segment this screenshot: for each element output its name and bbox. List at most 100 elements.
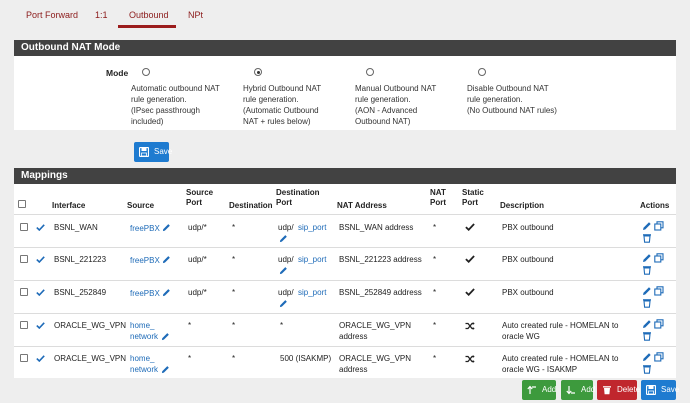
mappings-table: Interface Source Source Port Destination… <box>14 184 676 378</box>
copy-icon[interactable] <box>654 286 664 296</box>
add-top-button[interactable]: Add <box>522 380 556 400</box>
trash-icon[interactable] <box>642 331 652 341</box>
row-checkbox[interactable] <box>20 354 28 362</box>
option-text-line: Manual Outbound NAT <box>355 84 437 93</box>
tab-port-forward[interactable]: Port Forward <box>26 10 78 20</box>
cell-dest-proto: udp/ <box>278 288 294 297</box>
row-checkbox[interactable] <box>20 223 28 231</box>
pencil-icon[interactable] <box>279 299 288 308</box>
cell-nat-address-line: ORACLE_WG_VPN <box>339 321 412 330</box>
row-checkbox[interactable] <box>20 288 28 296</box>
add-bottom-button[interactable]: Add <box>561 380 595 400</box>
edit-icon[interactable] <box>642 253 652 263</box>
delete-label: Delete <box>617 385 641 394</box>
pencil-icon[interactable] <box>279 266 288 275</box>
trash-icon[interactable] <box>642 364 652 374</box>
arrow-up-icon <box>527 385 536 394</box>
option-text-line: Outbound NAT) <box>355 117 411 126</box>
cell-dest-proto: udp/ <box>278 223 294 232</box>
option-disabled-text: Disable Outbound NAT rule generation. (N… <box>467 83 587 116</box>
cell-description-line: Auto created rule - HOMELAN to <box>502 354 619 363</box>
col-static-port-line: Port <box>462 198 478 207</box>
cell-nat-address-line: ORACLE_WG_VPN <box>339 354 412 363</box>
trash-icon[interactable] <box>642 298 652 308</box>
radio-manual[interactable] <box>366 68 374 76</box>
edit-icon[interactable] <box>642 221 652 231</box>
static-port-check-icon <box>465 223 475 231</box>
trash-icon[interactable] <box>642 233 652 243</box>
nat-mode-panel-body: Mode Automatic outbound NAT rule generat… <box>14 56 676 130</box>
cell-source-line: home_ <box>130 321 155 330</box>
mappings-panel: Mappings Interface Source Source Port De… <box>14 168 676 378</box>
copy-icon[interactable] <box>654 221 664 231</box>
col-source-port-line: Port <box>186 198 202 207</box>
cell-source-port: udp/* <box>188 288 207 297</box>
radio-disabled[interactable] <box>478 68 486 76</box>
col-static-port-line: Static <box>462 188 484 197</box>
static-port-check-icon <box>465 255 475 263</box>
col-destination-port-line: Destination <box>276 188 320 197</box>
tab-1-1[interactable]: 1:1 <box>95 10 108 20</box>
cell-destination: * <box>232 223 236 232</box>
cell-description: PBX outbound <box>502 255 554 264</box>
pencil-icon[interactable] <box>161 365 170 374</box>
trash-icon <box>603 386 611 395</box>
save-mode-button[interactable]: Save <box>134 142 172 162</box>
floppy-icon <box>646 385 656 395</box>
table-row[interactable]: ORACLE_WG_VPN home_ network * * 500 (ISA… <box>14 347 676 378</box>
cell-source-link[interactable]: freePBX <box>130 288 160 299</box>
table-row[interactable]: BSNL_221223 freePBX udp/* * udp/ sip_por… <box>14 248 676 280</box>
copy-icon[interactable] <box>654 319 664 329</box>
row-checkbox[interactable] <box>20 255 28 263</box>
save-mappings-label: Save <box>661 385 680 394</box>
cell-source-link[interactable]: freePBX <box>130 255 160 266</box>
cell-description: Auto created rule - HOMELAN to oracle WG <box>502 320 619 342</box>
cell-description-line: oracle WG - ISAKMP <box>502 365 578 374</box>
pencil-icon[interactable] <box>162 288 171 297</box>
cell-dest-port: 500 (ISAKMP) <box>280 354 332 363</box>
cell-dest-port-link[interactable]: sip_port <box>298 222 326 233</box>
cell-dest-port-link[interactable]: sip_port <box>298 254 326 265</box>
option-text-line: (No Outbound NAT rules) <box>467 106 557 115</box>
radio-hybrid[interactable] <box>254 68 262 76</box>
cell-nat-port: * <box>433 255 437 264</box>
cell-dest-port-link[interactable]: sip_port <box>298 287 326 298</box>
delete-button[interactable]: Delete <box>597 380 641 400</box>
option-manual-text: Manual Outbound NAT rule generation. (AO… <box>355 83 460 127</box>
cell-nat-address: ORACLE_WG_VPN address <box>339 353 411 375</box>
select-all-checkbox[interactable] <box>18 200 26 208</box>
cell-source-link[interactable]: home_ network <box>130 353 158 375</box>
row-checkbox[interactable] <box>20 321 28 329</box>
tab-npt[interactable]: NPt <box>188 10 203 20</box>
edit-icon[interactable] <box>642 319 652 329</box>
edit-icon[interactable] <box>642 286 652 296</box>
cell-interface: BSNL_252849 <box>54 288 107 297</box>
cell-interface: BSNL_221223 <box>54 255 107 264</box>
trash-icon[interactable] <box>642 265 652 275</box>
save-mappings-button[interactable]: Save <box>641 380 680 400</box>
edit-icon[interactable] <box>642 352 652 362</box>
option-text-line: Disable Outbound NAT <box>467 84 549 93</box>
cell-interface: ORACLE_WG_VPN <box>54 354 127 363</box>
radio-automatic[interactable] <box>142 68 150 76</box>
copy-icon[interactable] <box>654 352 664 362</box>
mappings-panel-title: Mappings <box>14 168 676 184</box>
cell-interface: BSNL_WAN <box>54 223 98 232</box>
copy-icon[interactable] <box>654 253 664 263</box>
tab-outbound[interactable]: Outbound <box>129 10 169 20</box>
table-row[interactable]: BSNL_252849 freePBX udp/* * udp/ sip_por… <box>14 281 676 313</box>
pencil-icon[interactable] <box>279 234 288 243</box>
enabled-check-icon <box>36 322 45 329</box>
cell-source-link[interactable]: home_ network <box>130 320 158 342</box>
pencil-icon[interactable] <box>162 223 171 232</box>
col-interface: Interface <box>52 201 86 210</box>
cell-nat-address-line: address <box>339 332 368 341</box>
cell-dest-port: * <box>280 321 284 330</box>
pencil-icon[interactable] <box>162 255 171 264</box>
pencil-icon[interactable] <box>161 332 170 341</box>
static-port-check-icon <box>465 288 475 296</box>
table-row[interactable]: ORACLE_WG_VPN home_ network * * * ORACLE… <box>14 314 676 346</box>
cell-source-link[interactable]: freePBX <box>130 223 160 234</box>
table-row[interactable]: BSNL_WAN freePBX udp/* * udp/ sip_port B… <box>14 215 676 247</box>
cell-nat-port: * <box>433 354 437 363</box>
